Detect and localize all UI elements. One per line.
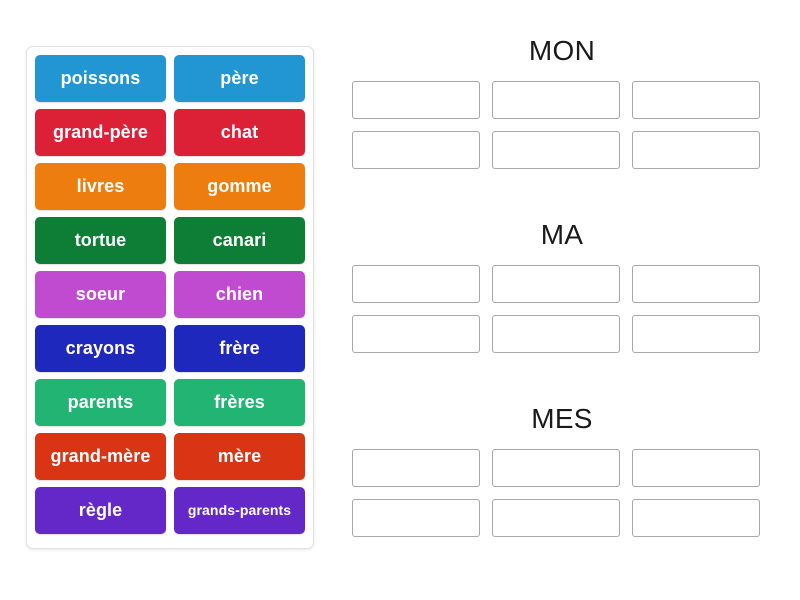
drop-slot[interactable] bbox=[632, 499, 760, 538]
sorting-activity: poissons père grand-père chat livres gom… bbox=[0, 0, 800, 600]
drop-slot-grid-mes bbox=[352, 449, 772, 538]
word-tile-grands-parents[interactable]: grands-parents bbox=[174, 487, 305, 534]
drop-slot-grid-ma bbox=[352, 265, 772, 354]
drop-slot[interactable] bbox=[632, 81, 760, 120]
drop-slot[interactable] bbox=[352, 499, 480, 538]
drop-slot[interactable] bbox=[492, 315, 620, 354]
drop-slot[interactable] bbox=[492, 449, 620, 488]
word-tile-parents[interactable]: parents bbox=[35, 379, 166, 426]
tile-row: livres gomme bbox=[35, 163, 305, 210]
drop-slot[interactable] bbox=[352, 449, 480, 488]
word-tile-grand-mere[interactable]: grand-mère bbox=[35, 433, 166, 480]
tile-row: tortue canari bbox=[35, 217, 305, 264]
tile-row: parents frères bbox=[35, 379, 305, 426]
drop-slot[interactable] bbox=[492, 81, 620, 120]
word-tile-gomme[interactable]: gomme bbox=[174, 163, 305, 210]
drop-slot[interactable] bbox=[632, 449, 760, 488]
tile-row: crayons frère bbox=[35, 325, 305, 372]
word-tile-freres[interactable]: frères bbox=[174, 379, 305, 426]
word-tile-chat[interactable]: chat bbox=[174, 109, 305, 156]
tile-row: règle grands-parents bbox=[35, 487, 305, 534]
drop-slot[interactable] bbox=[492, 265, 620, 304]
category-title-mon: MON bbox=[528, 35, 596, 66]
word-tile-crayons[interactable]: crayons bbox=[35, 325, 166, 372]
word-tile-canari[interactable]: canari bbox=[174, 217, 305, 264]
word-tile-regle[interactable]: règle bbox=[35, 487, 166, 534]
category-title-ma: MA bbox=[540, 219, 584, 250]
category-ma: MA bbox=[352, 219, 772, 354]
drop-slot[interactable] bbox=[352, 265, 480, 304]
drop-slot[interactable] bbox=[492, 131, 620, 170]
word-tiles-panel: poissons père grand-père chat livres gom… bbox=[26, 46, 314, 549]
word-tile-livres[interactable]: livres bbox=[35, 163, 166, 210]
drop-slot[interactable] bbox=[352, 131, 480, 170]
tile-row: grand-mère mère bbox=[35, 433, 305, 480]
word-tile-tortue[interactable]: tortue bbox=[35, 217, 166, 264]
word-tile-poissons[interactable]: poissons bbox=[35, 55, 166, 102]
tile-row: poissons père bbox=[35, 55, 305, 102]
drop-slot-grid-mon bbox=[352, 81, 772, 170]
drop-slot[interactable] bbox=[352, 81, 480, 120]
word-tile-pere[interactable]: père bbox=[174, 55, 305, 102]
word-tile-mere[interactable]: mère bbox=[174, 433, 305, 480]
drop-slot[interactable] bbox=[632, 131, 760, 170]
word-tile-chien[interactable]: chien bbox=[174, 271, 305, 318]
category-mes: MES bbox=[352, 403, 772, 538]
drop-slot[interactable] bbox=[352, 315, 480, 354]
category-mon: MON bbox=[352, 35, 772, 170]
word-tile-grand-pere[interactable]: grand-père bbox=[35, 109, 166, 156]
word-tile-soeur[interactable]: soeur bbox=[35, 271, 166, 318]
tile-row: grand-père chat bbox=[35, 109, 305, 156]
drop-slot[interactable] bbox=[492, 499, 620, 538]
drop-slot[interactable] bbox=[632, 265, 760, 304]
tile-row: soeur chien bbox=[35, 271, 305, 318]
word-tile-frere[interactable]: frère bbox=[174, 325, 305, 372]
category-title-mes: MES bbox=[531, 403, 593, 434]
drop-slot[interactable] bbox=[632, 315, 760, 354]
